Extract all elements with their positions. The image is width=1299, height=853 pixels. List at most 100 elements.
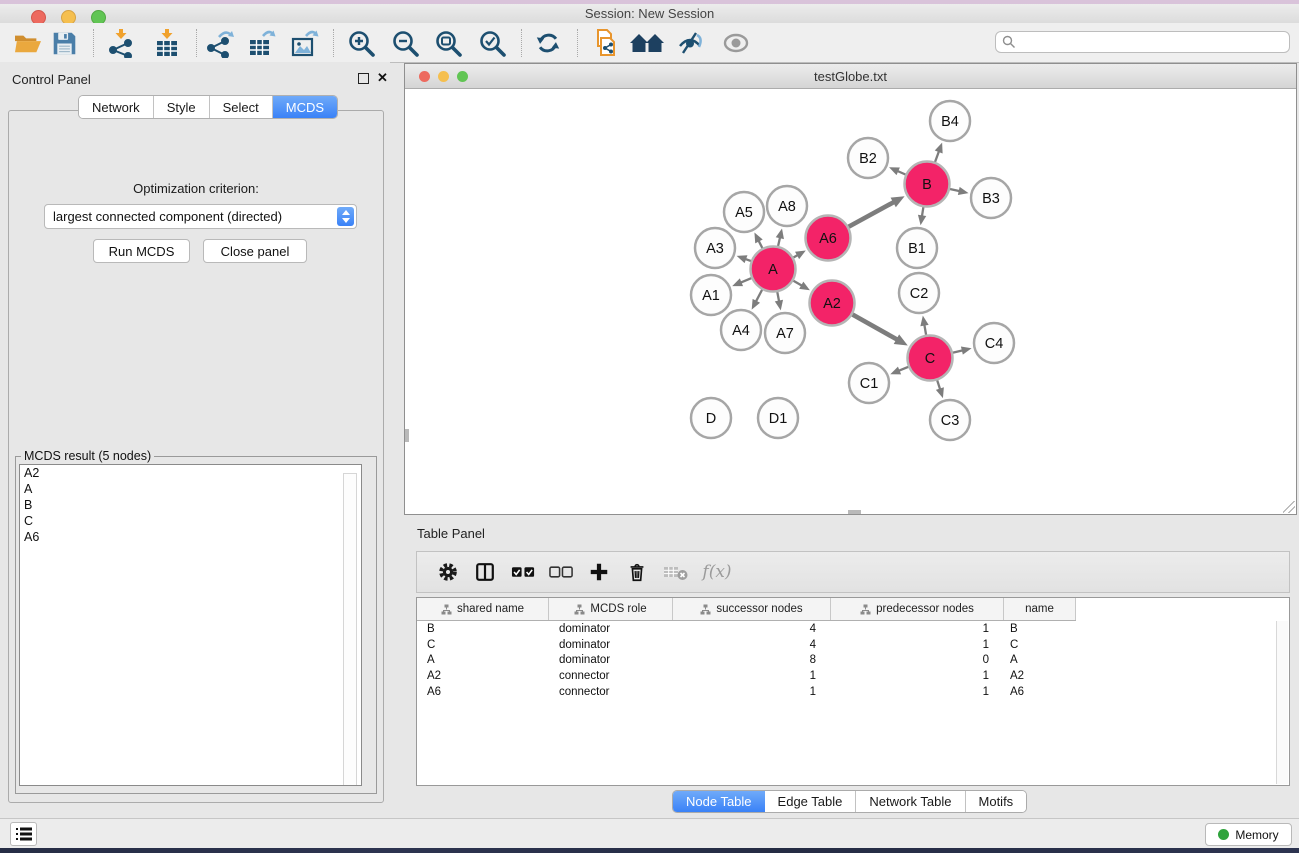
- node-label: A5: [735, 205, 753, 221]
- node-label: A3: [706, 241, 724, 257]
- graph-node-B2[interactable]: B2: [848, 138, 888, 178]
- graph-node-B[interactable]: B: [905, 162, 950, 207]
- select-value: largest connected component (directed): [53, 209, 282, 224]
- network-view-window: testGlobe.txt B4 B2 B B3 A5 A8A6 B1 A3 A C2 A1 A2 A4…: [404, 63, 1297, 515]
- graph-node-D[interactable]: D: [691, 398, 731, 438]
- export-network-button[interactable]: [203, 27, 237, 59]
- function-builder-button[interactable]: f(x): [695, 557, 739, 587]
- delete-table-button[interactable]: [660, 557, 692, 587]
- zoom-fit-button[interactable]: [431, 27, 465, 59]
- table-settings-button[interactable]: [432, 557, 464, 587]
- mcds-result-item[interactable]: A: [20, 481, 361, 497]
- column-label: shared name: [457, 603, 524, 615]
- toolbar-separator: [333, 29, 334, 57]
- cell-name: A2: [1004, 670, 1076, 682]
- graph-node-A5[interactable]: A5: [724, 192, 764, 232]
- mcds-result-list[interactable]: A2ABCA6: [19, 464, 362, 786]
- column-header-successor-nodes[interactable]: successor nodes: [673, 598, 831, 620]
- show-columns-button[interactable]: [469, 557, 501, 587]
- zoom-in-button[interactable]: [344, 27, 378, 59]
- table-row[interactable]: A6connector11A6: [417, 684, 1289, 700]
- graph-node-C[interactable]: C: [908, 336, 953, 381]
- cell-successor-nodes: 4: [673, 623, 831, 635]
- float-panel-icon[interactable]: [358, 73, 369, 84]
- graph-node-A2[interactable]: A2: [810, 281, 855, 326]
- home-button[interactable]: [630, 27, 664, 59]
- table-row[interactable]: A2connector11A2: [417, 668, 1289, 684]
- create-column-button[interactable]: [583, 557, 615, 587]
- graph-node-A7[interactable]: A7: [765, 313, 805, 353]
- graph-node-A1[interactable]: A1: [691, 275, 731, 315]
- graph-node-B1[interactable]: B1: [897, 228, 937, 268]
- mcds-result-title: MCDS result (5 nodes): [21, 449, 154, 463]
- table-row[interactable]: Cdominator41C: [417, 637, 1289, 653]
- import-table-button[interactable]: [150, 27, 184, 59]
- edge-arrowhead: [936, 387, 944, 398]
- graph-node-D1[interactable]: D1: [758, 398, 798, 438]
- save-session-button[interactable]: [47, 27, 81, 59]
- network-window-titlebar[interactable]: testGlobe.txt: [405, 64, 1296, 89]
- column-label: name: [1025, 603, 1054, 615]
- graph-node-A6[interactable]: A6: [806, 216, 851, 261]
- graph-node-C4[interactable]: C4: [974, 323, 1014, 363]
- table-row[interactable]: Adominator80A: [417, 653, 1289, 669]
- import-network-button[interactable]: [104, 27, 138, 59]
- eye-icon: [721, 30, 751, 56]
- node-label: B1: [908, 241, 926, 257]
- mcds-result-item[interactable]: C: [20, 513, 361, 529]
- mcds-result-item[interactable]: A6: [20, 529, 361, 545]
- tab-style[interactable]: Style: [154, 96, 210, 118]
- tab-select[interactable]: Select: [210, 96, 273, 118]
- column-header-MCDS-role[interactable]: MCDS role: [549, 598, 673, 620]
- column-header-name[interactable]: name: [1004, 598, 1076, 620]
- tab-mcds[interactable]: MCDS: [273, 96, 337, 118]
- run-mcds-button[interactable]: Run MCDS: [93, 239, 190, 263]
- network-canvas[interactable]: B4 B2 B B3 A5 A8A6 B1 A3 A C2 A1 A2 A4A7 C4 C C1 C3 D D1: [405, 89, 1296, 514]
- export-image-button[interactable]: [288, 27, 322, 59]
- tab-network[interactable]: Network: [79, 96, 154, 118]
- tab-motifs[interactable]: Motifs: [966, 791, 1027, 812]
- table-row[interactable]: Bdominator41B: [417, 621, 1289, 637]
- resize-grip-icon[interactable]: [1283, 501, 1295, 513]
- graph-node-C2[interactable]: C2: [899, 273, 939, 313]
- table-scrollbar[interactable]: [1276, 621, 1288, 784]
- select-all-button[interactable]: [507, 557, 539, 587]
- memory-button[interactable]: Memory: [1205, 823, 1292, 846]
- tab-network-table[interactable]: Network Table: [856, 791, 965, 812]
- graph-node-B3[interactable]: B3: [971, 178, 1011, 218]
- show-graphics-details-button[interactable]: [673, 27, 707, 59]
- graph-node-A4[interactable]: A4: [721, 310, 761, 350]
- duplicate-network-button[interactable]: [589, 27, 623, 59]
- column-header-shared-name[interactable]: shared name: [417, 598, 549, 620]
- node-label: C3: [941, 413, 960, 429]
- export-table-button[interactable]: [245, 27, 279, 59]
- eye-button[interactable]: [719, 27, 753, 59]
- node-table[interactable]: shared name MCDS rolesuccessor nodesprede…: [416, 597, 1290, 786]
- edge-arrowhead: [918, 215, 926, 226]
- task-history-button[interactable]: [10, 822, 37, 846]
- graph-node-A8[interactable]: A8: [767, 186, 807, 226]
- canvas-scroll-tick: [405, 429, 409, 442]
- zoom-selected-button[interactable]: [475, 27, 509, 59]
- graph-node-B4[interactable]: B4: [930, 101, 970, 141]
- refresh-button[interactable]: [531, 27, 565, 59]
- optimization-criterion-select[interactable]: largest connected component (directed): [44, 204, 357, 229]
- close-panel-icon[interactable]: ✕: [377, 72, 388, 83]
- graph-node-A3[interactable]: A3: [695, 228, 735, 268]
- deselect-all-button[interactable]: [545, 557, 577, 587]
- graph-node-C1[interactable]: C1: [849, 363, 889, 403]
- open-session-button[interactable]: [11, 27, 45, 59]
- tab-edge-table[interactable]: Edge Table: [765, 791, 857, 812]
- graph-node-A[interactable]: A: [751, 247, 796, 292]
- mcds-result-item[interactable]: A2: [20, 465, 361, 481]
- mcds-result-item[interactable]: B: [20, 497, 361, 513]
- search-input[interactable]: [995, 31, 1290, 53]
- mcds-result-groupbox: MCDS result (5 nodes) A2ABCA6: [15, 456, 377, 794]
- zoom-out-button[interactable]: [388, 27, 422, 59]
- close-panel-button[interactable]: Close panel: [203, 239, 307, 263]
- tab-node-table[interactable]: Node Table: [673, 791, 765, 812]
- mcds-list-scrollbar[interactable]: [343, 473, 357, 786]
- graph-node-C3[interactable]: C3: [930, 400, 970, 440]
- delete-column-button[interactable]: [621, 557, 653, 587]
- column-header-predecessor-nodes[interactable]: predecessor nodes: [831, 598, 1004, 620]
